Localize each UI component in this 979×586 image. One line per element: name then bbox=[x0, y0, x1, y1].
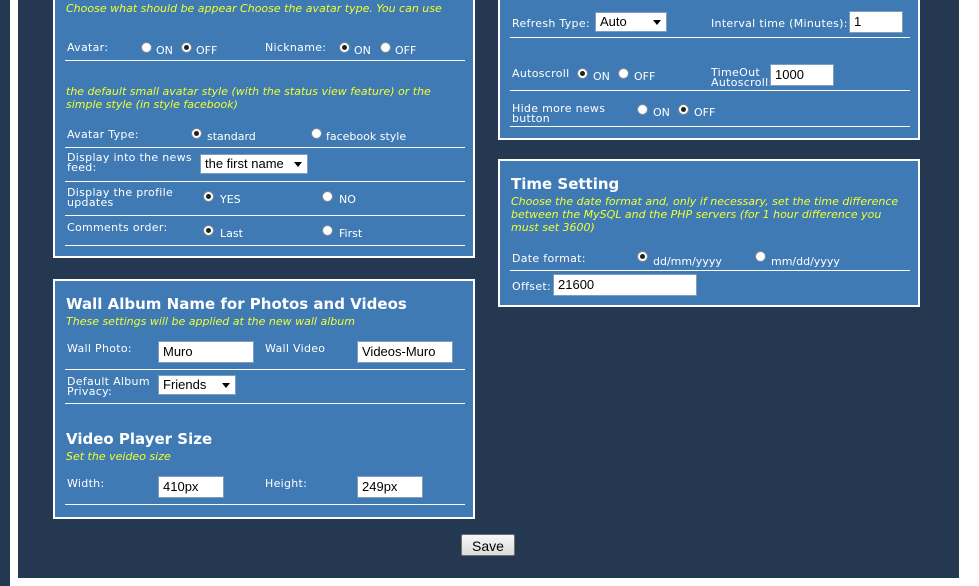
avatar-type-standard-label: standard bbox=[207, 130, 256, 143]
avatar-type-label: Avatar Type: bbox=[67, 128, 139, 141]
left-frame-strip bbox=[10, 0, 18, 586]
wall-photo-input[interactable]: Muro bbox=[158, 341, 254, 363]
avatar-settings-panel: Choose what should be appear Choose the … bbox=[53, 0, 475, 258]
autoscroll-label: Autoscroll bbox=[512, 67, 570, 80]
timeout-autoscroll-label: TimeOut Autoscroll: bbox=[711, 66, 773, 89]
wall-photo-label: Wall Photo: bbox=[67, 342, 132, 355]
avatar-type-facebook-radio[interactable] bbox=[311, 128, 322, 139]
autoscroll-on-label: ON bbox=[593, 70, 610, 83]
video-height-label: Height: bbox=[265, 477, 308, 490]
album-privacy-label: Default Album Privacy: bbox=[67, 375, 150, 398]
divider bbox=[65, 403, 465, 404]
news-feed-select[interactable]: the first name bbox=[200, 154, 308, 174]
video-player-subtitle: Set the veideo size bbox=[66, 450, 171, 463]
profile-updates-no-radio[interactable] bbox=[322, 191, 333, 202]
divider bbox=[65, 504, 465, 505]
timeout-autoscroll-input[interactable]: 1000 bbox=[770, 64, 834, 86]
divider bbox=[510, 37, 910, 38]
comments-order-last-radio[interactable] bbox=[203, 225, 214, 236]
chevron-down-icon bbox=[222, 383, 230, 388]
refresh-type-select[interactable]: Auto bbox=[595, 12, 667, 32]
date-format-mdy-radio[interactable] bbox=[755, 251, 766, 262]
avatar-type-facebook-label: facebook style bbox=[326, 130, 407, 143]
comments-order-first-label: First bbox=[339, 227, 363, 240]
refresh-type-value: Auto bbox=[600, 14, 627, 29]
comments-order-first-radio[interactable] bbox=[322, 225, 333, 236]
date-format-dmy-radio[interactable] bbox=[637, 251, 648, 262]
refresh-settings-panel: Refresh Type: Auto Interval time (Minute… bbox=[498, 0, 920, 140]
hide-news-off-radio[interactable] bbox=[678, 104, 689, 115]
wall-video-label: Wall Video bbox=[265, 342, 326, 355]
nickname-off-label: OFF bbox=[395, 44, 417, 57]
time-setting-title: Time Setting bbox=[511, 175, 620, 193]
hide-news-on-radio[interactable] bbox=[637, 104, 648, 115]
divider bbox=[510, 90, 910, 91]
bottom-frame bbox=[10, 578, 979, 586]
nickname-off-radio[interactable] bbox=[380, 42, 391, 53]
news-feed-label: Display into the news feed: bbox=[67, 151, 192, 174]
date-format-label: Date format: bbox=[512, 252, 586, 265]
hide-news-on-label: ON bbox=[653, 106, 670, 119]
divider bbox=[510, 126, 910, 127]
avatar-on-label: ON bbox=[156, 44, 173, 57]
avatar-type-standard-radio[interactable] bbox=[191, 128, 202, 139]
right-frame bbox=[959, 0, 979, 586]
divider bbox=[65, 369, 465, 370]
comments-order-last-label: Last bbox=[220, 227, 243, 240]
chevron-down-icon bbox=[653, 20, 661, 25]
offset-input[interactable]: 21600 bbox=[553, 274, 697, 296]
autoscroll-off-label: OFF bbox=[634, 70, 656, 83]
comments-order-label: Comments order: bbox=[67, 221, 168, 234]
divider bbox=[65, 147, 465, 148]
time-setting-subtitle: Choose the date format and, only if nece… bbox=[511, 195, 899, 234]
interval-time-input[interactable]: 1 bbox=[849, 11, 903, 33]
avatar-on-radio[interactable] bbox=[141, 42, 152, 53]
autoscroll-off-radio[interactable] bbox=[618, 68, 629, 79]
profile-updates-yes-label: YES bbox=[220, 193, 241, 206]
divider bbox=[65, 245, 465, 246]
video-width-input[interactable]: 410px bbox=[158, 476, 224, 498]
wall-album-subtitle: These settings will be applied at the ne… bbox=[66, 315, 355, 328]
wall-album-panel: Wall Album Name for Photos and Videos Th… bbox=[53, 279, 475, 519]
hide-news-off-label: OFF bbox=[694, 106, 716, 119]
profile-updates-yes-radio[interactable] bbox=[203, 191, 214, 202]
wall-video-input[interactable]: Videos-Muro bbox=[357, 341, 453, 363]
profile-updates-no-label: NO bbox=[339, 193, 356, 206]
video-height-input[interactable]: 249px bbox=[357, 476, 423, 498]
divider bbox=[65, 60, 465, 61]
interval-time-label: Interval time (Minutes): bbox=[711, 17, 848, 30]
hide-news-button-label: Hide more news button bbox=[512, 102, 606, 125]
album-privacy-value: Friends bbox=[163, 377, 207, 392]
divider bbox=[510, 270, 910, 271]
video-player-title: Video Player Size bbox=[66, 430, 213, 448]
date-format-mdy-label: mm/dd/yyyy bbox=[771, 255, 840, 268]
save-button[interactable]: Save bbox=[461, 534, 515, 556]
avatar-off-radio[interactable] bbox=[181, 42, 192, 53]
refresh-type-label: Refresh Type: bbox=[512, 17, 590, 30]
left-frame bbox=[0, 0, 18, 586]
video-width-label: Width: bbox=[67, 477, 105, 490]
divider bbox=[65, 215, 465, 216]
avatar-off-label: OFF bbox=[196, 44, 218, 57]
album-privacy-select[interactable]: Friends bbox=[158, 375, 236, 395]
news-feed-value: the first name bbox=[205, 156, 284, 171]
date-format-dmy-label: dd/mm/yyyy bbox=[653, 255, 722, 268]
offset-label: Offset: bbox=[512, 280, 552, 293]
autoscroll-on-radio[interactable] bbox=[577, 68, 588, 79]
avatar-intro-note: Choose what should be appear Choose the … bbox=[66, 2, 442, 15]
time-setting-panel: Time Setting Choose the date format and,… bbox=[498, 159, 920, 307]
profile-updates-label: Display the profile updates bbox=[67, 186, 174, 209]
nickname-label: Nickname: bbox=[265, 41, 327, 54]
chevron-down-icon bbox=[294, 162, 302, 167]
nickname-on-label: ON bbox=[354, 44, 371, 57]
wall-album-title: Wall Album Name for Photos and Videos bbox=[66, 295, 407, 313]
nickname-on-radio[interactable] bbox=[339, 42, 350, 53]
avatar-style-note: the default small avatar style (with the… bbox=[66, 85, 431, 111]
avatar-label: Avatar: bbox=[67, 41, 109, 54]
divider bbox=[65, 181, 465, 182]
